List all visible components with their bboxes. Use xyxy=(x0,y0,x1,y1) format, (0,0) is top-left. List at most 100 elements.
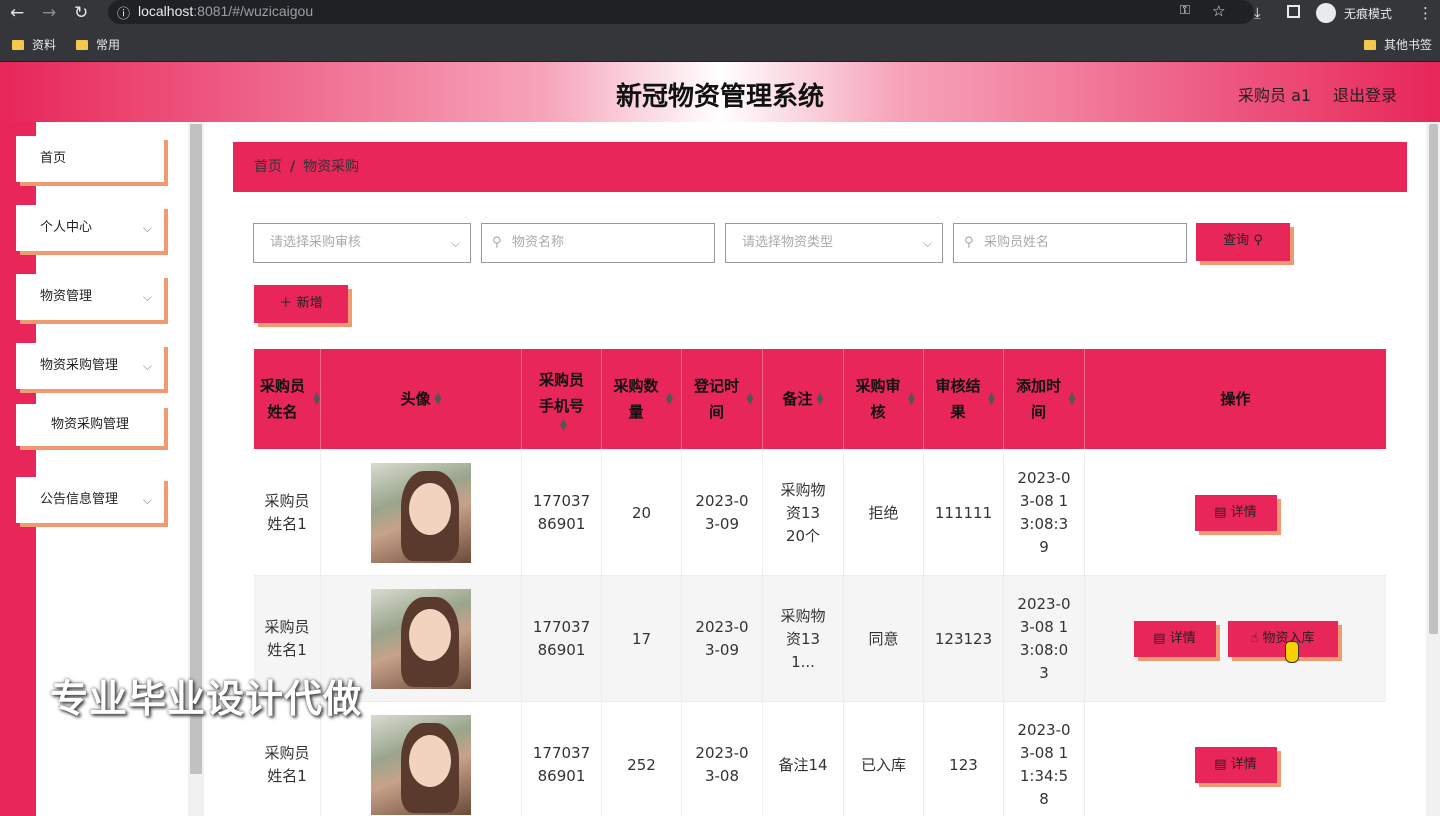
query-button-label: 查询 xyxy=(1223,233,1250,248)
breadcrumb: 首页 / 物资采购 xyxy=(233,142,1407,192)
detail-button[interactable]: ▤ 详情 xyxy=(1194,747,1277,783)
column-header-label: 操作 xyxy=(1220,390,1251,408)
column-header[interactable]: 头像 ▲ ▼ xyxy=(321,349,522,449)
table-row: 采购员姓名1 17703786901 252 2023-03-08 备注14 已… xyxy=(254,702,1386,816)
watermark-text: 专业毕业设计代做 xyxy=(50,677,363,721)
query-button[interactable]: 查询 ⚲ xyxy=(1196,223,1290,261)
column-header-label: 备注 xyxy=(782,390,813,408)
detail-button[interactable]: ▤ 详情 xyxy=(1133,621,1216,657)
info-icon[interactable]: ⓘ xyxy=(117,3,130,22)
table-row: 采购员姓名1 17703786901 17 2023-03-09 采购物资13 … xyxy=(254,576,1386,702)
avatar[interactable] xyxy=(371,463,471,563)
sort-icon[interactable]: ▲ ▼ xyxy=(908,392,915,407)
bookmark-folder[interactable]: 常用 xyxy=(76,36,120,53)
cell-text: 2023-03-08 13:08:39 xyxy=(1017,469,1071,556)
register-date-cell: 2023-03-08 xyxy=(682,702,763,816)
column-header[interactable]: 采购员姓名 ▲ ▼ xyxy=(254,349,321,449)
document-icon: ▤ xyxy=(1214,757,1227,772)
breadcrumb-home[interactable]: 首页 xyxy=(254,159,282,175)
sort-icon[interactable]: ▲ ▼ xyxy=(817,392,824,407)
review-select[interactable]: 请选择采购审核 ⌵ xyxy=(253,223,471,263)
address-bar[interactable]: ⓘ localhost:8081/#/wuzicaigou ⚿ ☆ xyxy=(108,0,1254,24)
sidebar-item-personal[interactable]: 个人中心 ⌵ xyxy=(16,205,164,251)
supply-name-input[interactable]: ⚲ 物资名称 xyxy=(481,223,715,263)
sidebar-item-notices[interactable]: 公告信息管理 ⌵ xyxy=(16,477,164,523)
register-date-cell: 2023-03-09 xyxy=(682,576,763,702)
plus-icon: ＋ xyxy=(279,296,293,311)
add-button[interactable]: ＋ 新增 xyxy=(254,285,348,323)
supply-type-select[interactable]: 请选择物资类型 ⌵ xyxy=(725,223,943,263)
sidebar-item-label: 物资采购管理 xyxy=(40,358,119,373)
cell-text: 已入库 xyxy=(860,755,906,774)
actions-cell: ▤ 详情 xyxy=(1085,702,1386,816)
submenu-procurement-manage[interactable]: 物资采购管理 xyxy=(16,404,164,446)
added-time-cell: 2023-03-08 13:08:39 xyxy=(1004,450,1085,576)
sort-icon[interactable]: ▲ ▼ xyxy=(560,418,567,433)
bookmarks-bar: 资料 常用 其他书签 xyxy=(0,26,1440,62)
cell-text: 17703786901 xyxy=(532,618,591,659)
search-icon: ⚲ xyxy=(1253,233,1263,248)
cell-text: 拒绝 xyxy=(868,503,899,522)
sort-icon[interactable]: ▲ ▼ xyxy=(747,392,754,407)
sort-icon[interactable]: ▲ ▼ xyxy=(666,392,673,407)
logout-link[interactable]: 退出登录 xyxy=(1333,82,1397,106)
reload-icon[interactable]: ↻ xyxy=(74,3,88,23)
cell-text: 17703786901 xyxy=(532,744,591,785)
column-header[interactable]: 采购员手机号 ▲ ▼ xyxy=(522,349,602,449)
chevron-down-icon: ⌵ xyxy=(450,236,460,250)
key-icon[interactable]: ⚿ xyxy=(1180,3,1190,18)
bookmark-label: 资料 xyxy=(32,38,57,52)
sort-icon[interactable]: ▲ ▼ xyxy=(988,392,995,407)
column-header[interactable]: 备注 ▲ ▼ xyxy=(763,349,844,449)
bookmark-folder[interactable]: 资料 xyxy=(12,36,56,53)
folder-icon xyxy=(12,40,24,50)
other-bookmarks[interactable]: 其他书签 xyxy=(1364,36,1432,53)
cell-text: 采购物资13 1... xyxy=(780,606,826,671)
sort-icon[interactable]: ▲ ▼ xyxy=(1069,392,1076,407)
column-header[interactable]: 采购数量 ▲ ▼ xyxy=(602,349,682,449)
detail-button[interactable]: ▤ 详情 xyxy=(1194,495,1277,531)
column-header[interactable]: 采购审核 ▲ ▼ xyxy=(844,349,924,449)
sort-icon[interactable]: ▲ ▼ xyxy=(313,392,320,407)
cell-text: 采购员姓名1 xyxy=(264,744,310,785)
star-icon[interactable]: ☆ xyxy=(1212,2,1225,20)
sidebar-item-procurement[interactable]: 物资采购管理 ⌵ xyxy=(16,343,164,389)
column-header[interactable]: 审核结果 ▲ ▼ xyxy=(924,349,1004,449)
cell-text: 采购员姓名1 xyxy=(264,618,310,659)
phone-cell: 17703786901 xyxy=(522,450,602,576)
folder-icon xyxy=(76,40,88,50)
review-cell: 同意 xyxy=(844,576,924,702)
quantity-cell: 252 xyxy=(602,702,682,816)
buyer-name-input[interactable]: ⚲ 采购员姓名 xyxy=(953,223,1187,263)
bookmark-label: 常用 xyxy=(96,38,121,52)
supply-name-placeholder: 物资名称 xyxy=(512,235,565,250)
column-header[interactable]: 添加时间 ▲ ▼ xyxy=(1004,349,1085,449)
phone-cell: 17703786901 xyxy=(522,702,602,816)
download-icon[interactable]: ⤓ xyxy=(1254,3,1261,23)
incognito-icon[interactable] xyxy=(1316,3,1336,23)
avatar[interactable] xyxy=(371,715,471,815)
table-header: 采购员姓名 ▲ ▼ 头像 ▲ ▼ 采购员手机号 ▲ ▼ 采购数量 ▲ ▼ 登记时间 ▲ ▼ 备注 ▲ ▼… xyxy=(254,349,1386,449)
add-button-label: 新增 xyxy=(296,296,323,311)
sort-icon[interactable]: ▲ ▼ xyxy=(435,392,442,407)
back-icon[interactable]: ← xyxy=(10,3,24,23)
page-scrollbar-thumb[interactable] xyxy=(1429,124,1438,634)
column-header[interactable]: 登记时间 ▲ ▼ xyxy=(682,349,763,449)
register-date-cell: 2023-03-09 xyxy=(682,450,763,576)
sidebar-item-supplies[interactable]: 物资管理 ⌵ xyxy=(16,274,164,320)
cell-text: 备注14 xyxy=(778,755,828,774)
sidepanel-icon[interactable] xyxy=(1287,5,1300,18)
menu-dots-icon[interactable]: ⋮ xyxy=(1418,3,1433,23)
avatar[interactable] xyxy=(371,589,471,689)
avatar-face xyxy=(409,609,451,661)
chevron-down-icon: ⌵ xyxy=(142,221,152,235)
buyer-name-cell: 采购员姓名1 xyxy=(254,450,321,576)
sidebar-item-home[interactable]: 首页 xyxy=(16,136,164,182)
detail-button-label: 详情 xyxy=(1169,631,1196,646)
stock-in-button[interactable]: ☝ 物资入库 xyxy=(1227,621,1338,657)
review-cell: 已入库 xyxy=(844,702,924,816)
note-cell: 采购物资13 20个 xyxy=(763,450,844,576)
forward-icon[interactable]: → xyxy=(42,3,56,23)
app-header: 新冠物资管理系统 采购员 a1 退出登录 xyxy=(0,62,1440,122)
cell-text: 17 xyxy=(631,629,652,648)
